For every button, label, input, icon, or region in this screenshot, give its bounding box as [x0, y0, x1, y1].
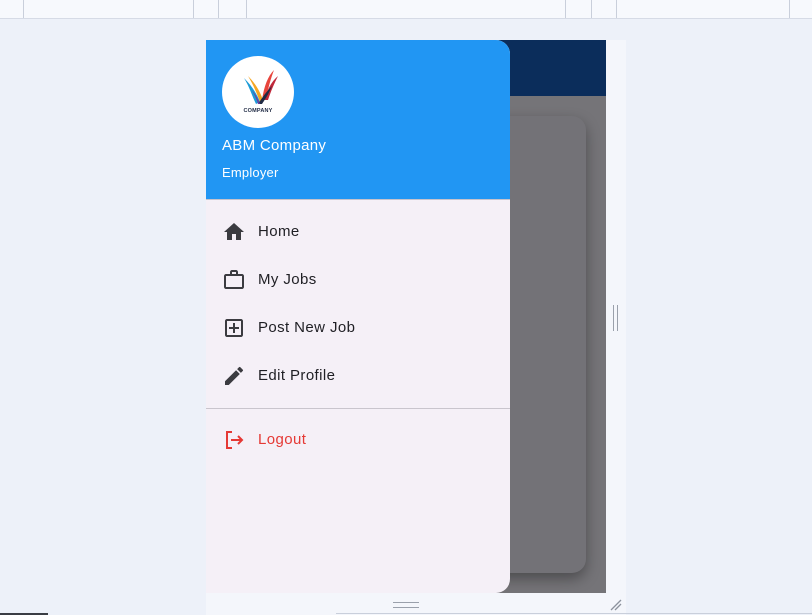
- company-logo-icon: [244, 70, 278, 104]
- menu-item-label: Post New Job: [258, 319, 356, 336]
- menu-item-label: Logout: [258, 431, 307, 448]
- corner-resize-icon[interactable]: [609, 598, 623, 612]
- bottom-divider: [336, 613, 812, 614]
- side-resize-handle[interactable]: [613, 305, 618, 331]
- toolbar-separator: [789, 0, 790, 18]
- navigation-drawer: COMPANY ABM Company Employer Home My Job…: [206, 40, 510, 593]
- drawer-header: COMPANY ABM Company Employer: [206, 40, 510, 200]
- logo-text: COMPANY: [243, 108, 273, 114]
- toolbar-separator: [218, 0, 219, 18]
- bottom-resize-handle[interactable]: [393, 602, 419, 608]
- menu-item-home[interactable]: Home: [206, 208, 510, 256]
- toolbar-separator: [23, 0, 24, 18]
- logout-icon: [226, 431, 244, 449]
- company-name: ABM Company: [222, 137, 327, 154]
- account-role: Employer: [222, 165, 279, 180]
- menu-item-label: My Jobs: [258, 271, 317, 288]
- menu-item-my-jobs[interactable]: My Jobs: [206, 256, 510, 304]
- briefcase-icon: [224, 270, 244, 289]
- menu-item-logout[interactable]: Logout: [206, 416, 510, 464]
- toolbar-separator: [246, 0, 247, 18]
- menu-item-edit-profile[interactable]: Edit Profile: [206, 352, 510, 400]
- menu-item-label: Home: [258, 223, 300, 240]
- menu-item-label: Edit Profile: [258, 367, 336, 384]
- edit-pencil-icon: [225, 366, 244, 385]
- toolbar-separator: [616, 0, 617, 18]
- menu-divider: [206, 408, 510, 409]
- editor-toolbar: [0, 0, 812, 19]
- company-logo-avatar[interactable]: COMPANY: [222, 56, 294, 128]
- home-icon: [224, 223, 244, 240]
- toolbar-separator: [193, 0, 194, 18]
- app-screen: COMPANY ABM Company Employer Home My Job…: [206, 40, 606, 593]
- toolbar-separator: [565, 0, 566, 18]
- device-preview: COMPANY ABM Company Employer Home My Job…: [206, 40, 626, 615]
- toolbar-separator: [591, 0, 592, 18]
- add-box-icon: [225, 319, 243, 337]
- menu-item-post-new-job[interactable]: Post New Job: [206, 304, 510, 352]
